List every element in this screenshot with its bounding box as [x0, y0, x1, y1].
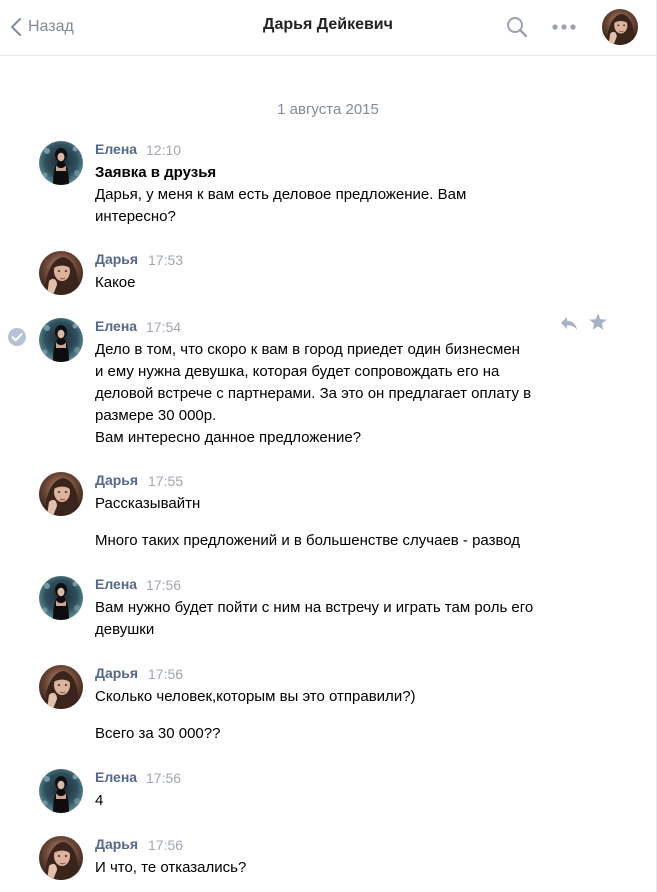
avatar[interactable]: [602, 9, 638, 45]
author-name[interactable]: Дарья: [95, 665, 138, 681]
message-time: 17:54: [146, 319, 182, 335]
message-line: и ему нужна девушка, которая будет сопро…: [95, 363, 500, 380]
avatar[interactable]: [39, 251, 83, 295]
message-line: Какое: [95, 274, 136, 291]
message-line: размере 30 000р.: [95, 407, 217, 424]
message-line: интересно?: [95, 208, 176, 225]
author-name[interactable]: Елена: [95, 318, 137, 334]
message-time: 17:56: [146, 770, 182, 786]
author-name[interactable]: Дарья: [95, 472, 138, 488]
avatar[interactable]: [39, 318, 83, 362]
message-line: И что, те отказались?: [95, 859, 247, 876]
message-line: Вам нужно будет пойти с ним на встречу и…: [95, 599, 534, 616]
check-icon[interactable]: [7, 327, 27, 347]
message-text: Заявка в друзья Дарья, у меня к вам есть…: [95, 162, 565, 228]
message-text: Дело в том, что скоро к вам в город прие…: [95, 339, 565, 449]
avatar[interactable]: [39, 576, 83, 620]
author-name[interactable]: Елена: [95, 769, 137, 785]
message-text: 4: [95, 790, 565, 812]
author-name[interactable]: Елена: [95, 141, 137, 157]
message-time: 17:55: [148, 473, 184, 489]
message-line: Рассказывайтн: [95, 495, 201, 512]
message-text: Вам нужно будет пойти с ним на встречу и…: [95, 597, 565, 641]
message-text: Какое: [95, 272, 565, 294]
message-title: Заявка в друзья: [95, 164, 217, 181]
message-time: 17:56: [146, 577, 182, 593]
message-line: девушки: [95, 621, 155, 638]
message-line: Дарья, у меня к вам есть деловое предлож…: [95, 186, 467, 203]
avatar[interactable]: [39, 665, 83, 709]
message-text: И что, те отказались?: [95, 857, 565, 879]
reply-icon[interactable]: [559, 313, 579, 333]
message-line: Всего за 30 000??: [95, 725, 221, 742]
message-line: 4: [95, 792, 104, 809]
message-text: Рассказывайтн Много таких предложений и …: [95, 493, 565, 552]
message-line: Дело в том, что скоро к вам в город прие…: [95, 341, 520, 358]
message-time: 17:53: [148, 252, 184, 268]
author-name[interactable]: Дарья: [95, 836, 138, 852]
more-icon[interactable]: [552, 24, 576, 30]
search-icon[interactable]: [506, 16, 528, 38]
avatar[interactable]: [39, 769, 83, 813]
message-line: Вам интересно данное предложение?: [95, 429, 362, 446]
message-time: 17:56: [148, 666, 184, 682]
message-line: Сколько человек,которым вы это отправили…: [95, 688, 416, 705]
avatar[interactable]: [39, 836, 83, 880]
message-line: Много таких предложений и в большенстве …: [95, 532, 521, 549]
star-icon[interactable]: [588, 312, 608, 332]
message-line: деловой встрече с партнерами. За это он …: [95, 385, 532, 402]
author-name[interactable]: Дарья: [95, 251, 138, 267]
message-text: Сколько человек,которым вы это отправили…: [95, 686, 565, 745]
date-separator: 1 августа 2015: [277, 101, 379, 118]
author-name[interactable]: Елена: [95, 576, 137, 592]
message-time: 17:56: [148, 837, 184, 853]
avatar[interactable]: [39, 472, 83, 516]
chat-header: Назад Дарья Дейкевич: [0, 0, 656, 56]
avatar[interactable]: [39, 141, 83, 185]
message-time: 12:10: [146, 142, 182, 158]
